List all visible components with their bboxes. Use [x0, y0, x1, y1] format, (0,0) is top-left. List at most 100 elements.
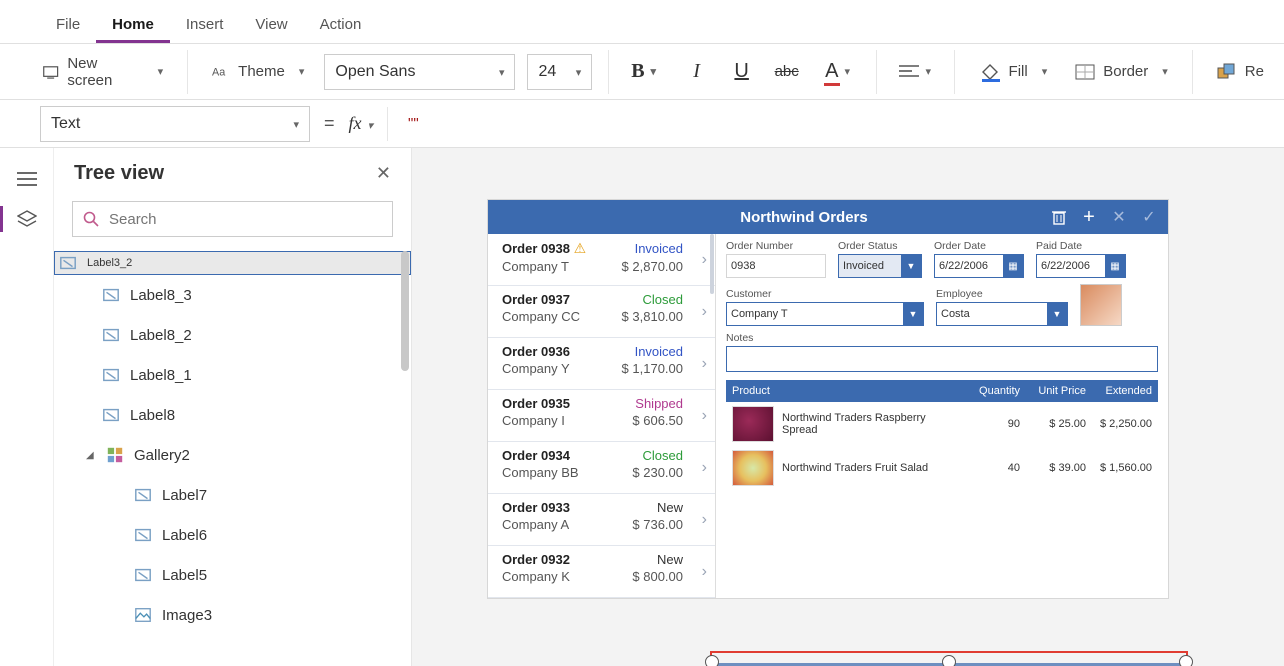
line-qty: 40 [954, 462, 1020, 474]
collapse-icon[interactable]: ◢ [86, 450, 96, 461]
new-screen-label: New screen [67, 55, 143, 89]
tree-list: Label3_2 Label8_3 Label8_2 Label8_1Label8◢G… [54, 251, 411, 666]
menu-home[interactable]: Home [96, 6, 170, 43]
order-item[interactable]: Order 0938 ⚠InvoicedCompany T$ 2,870.00› [488, 234, 715, 286]
add-icon[interactable]: + [1080, 208, 1098, 226]
strikethrough-button[interactable]: abc [770, 54, 803, 90]
tree-item-label8_1[interactable]: Label8_1 [54, 355, 411, 395]
employee-dropdown[interactable]: Costa▼ [936, 302, 1068, 326]
chevron-down-icon: ▼ [903, 303, 923, 325]
tree-header: Tree view ✕ [54, 148, 411, 195]
resize-handle[interactable] [1179, 655, 1193, 666]
app-title: Northwind Orders [558, 209, 1050, 226]
chevron-down-icon: ▼ [901, 255, 921, 277]
tree-item-label: Label8_2 [130, 327, 192, 344]
notes-label: Notes [726, 332, 1158, 344]
border-icon [1075, 64, 1095, 80]
align-button[interactable] [893, 54, 938, 90]
chevron-right-icon: › [702, 251, 707, 269]
tree-view-tab[interactable] [10, 202, 44, 236]
order-status-value: Invoiced [843, 260, 884, 272]
border-button[interactable]: Border [1067, 57, 1176, 86]
tree-search[interactable] [72, 201, 393, 237]
canvas[interactable]: Northwind Orders + ✕ ✓ Order 0938 ⚠Invoi… [412, 148, 1284, 666]
fill-button[interactable]: Fill [971, 56, 1056, 88]
tree-item-label8_2[interactable]: Label8_2 [54, 315, 411, 355]
chevron-right-icon: › [702, 459, 707, 477]
bold-button[interactable]: B [625, 54, 668, 90]
order-status-dropdown[interactable]: Invoiced ▼ [838, 254, 922, 278]
tree-item-label: Label7 [162, 487, 207, 504]
scrollbar[interactable] [709, 234, 715, 598]
trash-icon[interactable] [1050, 208, 1068, 226]
accept-icon[interactable]: ✓ [1140, 208, 1158, 226]
order-status-label: Order Status [838, 240, 922, 252]
formula-input[interactable]: "" [402, 115, 1272, 132]
tree-item-label: Label3_2 [87, 257, 132, 269]
new-screen-button[interactable]: New screen [34, 49, 171, 95]
selection-rectangle[interactable] [710, 651, 1188, 666]
cancel-icon[interactable]: ✕ [1110, 208, 1128, 226]
customer-label: Customer [726, 288, 924, 300]
menu-action[interactable]: Action [304, 6, 378, 43]
order-date-field[interactable]: 6/22/2006▦ [934, 254, 1024, 278]
tree-item-label5[interactable]: Label5 [54, 555, 411, 595]
menu-insert[interactable]: Insert [170, 6, 240, 43]
chevron-right-icon: › [702, 355, 707, 373]
resize-handle[interactable] [705, 655, 719, 666]
separator [954, 50, 955, 94]
customer-value: Company T [731, 308, 788, 320]
order-list[interactable]: Order 0938 ⚠InvoicedCompany T$ 2,870.00›… [488, 234, 716, 598]
layers-icon [17, 210, 37, 228]
svg-text:Aa: Aa [212, 66, 225, 78]
ribbon: New screen Aa Theme Open Sans 24 B I U a… [0, 44, 1284, 100]
order-item[interactable]: Order 0932NewCompany K$ 800.00› [488, 546, 715, 598]
chevron-right-icon: › [702, 511, 707, 529]
underline-button[interactable]: U [725, 54, 758, 90]
search-input[interactable] [107, 210, 382, 229]
font-color-button[interactable]: A [815, 54, 860, 90]
fill-label: Fill [1009, 63, 1028, 80]
tree-item-image3[interactable]: Image3 [54, 595, 411, 635]
tree-item-label6[interactable]: Label6 [54, 515, 411, 555]
notes-field[interactable] [726, 346, 1158, 372]
customer-dropdown[interactable]: Company T ▼ [726, 302, 924, 326]
menu-file[interactable]: File [40, 6, 96, 43]
tree-title: Tree view [74, 162, 164, 185]
product-thumbnail [732, 450, 774, 486]
product-name: Northwind Traders Raspberry Spread [782, 412, 954, 436]
fx-button[interactable]: fx [349, 113, 374, 134]
tree-item-label7[interactable]: Label7 [54, 475, 411, 515]
font-family-dropdown[interactable]: Open Sans [324, 54, 515, 90]
order-item[interactable]: Order 0937ClosedCompany CC$ 3,810.00› [488, 286, 715, 338]
lines-body: Northwind Traders Raspberry Spread90$ 25… [726, 402, 1158, 490]
order-item[interactable]: Order 0934ClosedCompany BB$ 230.00› [488, 442, 715, 494]
order-item[interactable]: Order 0936InvoicedCompany Y$ 1,170.00› [488, 338, 715, 390]
reorder-button[interactable]: Re [1209, 57, 1272, 87]
font-size-dropdown[interactable]: 24 [527, 54, 592, 90]
resize-handle[interactable] [942, 655, 956, 666]
label-icon [102, 326, 120, 344]
order-item[interactable]: Order 0933NewCompany A$ 736.00› [488, 494, 715, 546]
tree-item-label3_2[interactable]: Label3_2 [54, 251, 411, 275]
tree-item-label8[interactable]: Label8 [54, 395, 411, 435]
theme-button[interactable]: Aa Theme [204, 57, 312, 87]
menu-view[interactable]: View [239, 6, 303, 43]
col-unit: Unit Price [1020, 385, 1086, 397]
line-item[interactable]: Northwind Traders Raspberry Spread90$ 25… [726, 402, 1158, 446]
theme-label: Theme [238, 63, 285, 80]
tree-item-gallery2[interactable]: ◢Gallery2 [54, 435, 411, 475]
line-item[interactable]: Northwind Traders Fruit Salad40$ 39.00$ … [726, 446, 1158, 490]
hamburger-button[interactable] [10, 162, 44, 196]
border-label: Border [1103, 63, 1148, 80]
hamburger-icon [17, 172, 37, 186]
paid-date-field[interactable]: 6/22/2006▦ [1036, 254, 1126, 278]
chevron-right-icon: › [702, 563, 707, 581]
italic-button[interactable]: I [680, 54, 713, 90]
order-number-field[interactable]: 0938 [726, 254, 826, 278]
close-icon[interactable]: ✕ [376, 163, 391, 184]
tree-item-label8_3[interactable]: Label8_3 [54, 275, 411, 315]
property-dropdown[interactable]: Text [40, 106, 310, 142]
order-item[interactable]: Order 0935ShippedCompany I$ 606.50› [488, 390, 715, 442]
calendar-icon: ▦ [1003, 255, 1023, 277]
